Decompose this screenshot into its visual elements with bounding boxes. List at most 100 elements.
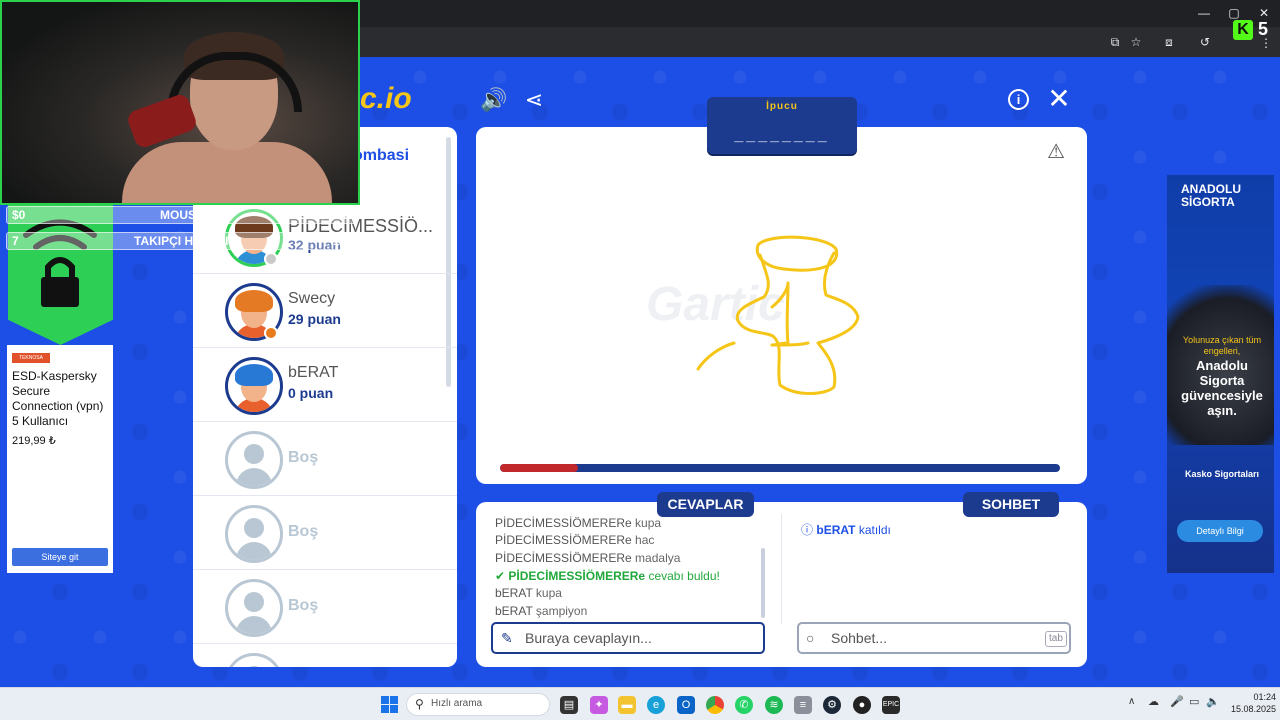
chat-message-correct: ✔ PİDECİMESSİÖMERERe cevabı buldu! [495, 569, 720, 583]
tab-answers[interactable]: CEVAPLAR [657, 492, 754, 517]
copilot-icon[interactable]: ✦ [590, 696, 608, 714]
chat-message: bERAT kupa [495, 586, 562, 600]
chat-divider [781, 514, 782, 624]
chat-message: PİDECİMESSİÖMERERe kupa [495, 516, 662, 530]
chat-input[interactable]: ○ Sohbet... tab [797, 622, 1071, 654]
extensions-icon[interactable]: ⧈ [1162, 35, 1176, 49]
network-icon[interactable]: ▭ [1189, 695, 1199, 708]
ad-left-price: 219,99 ₺ [12, 435, 56, 447]
round-timer-bar [500, 464, 1060, 472]
empty-avatar-icon [225, 579, 283, 637]
steam-icon[interactable]: ⚙ [823, 696, 841, 714]
player-row[interactable]: bERAT 0 puan [193, 348, 457, 422]
bookmark-star-icon[interactable]: ☆ [1129, 35, 1143, 49]
whatsapp-icon[interactable]: ✆ [735, 696, 753, 714]
cloud-icon[interactable]: ☁ [1148, 695, 1159, 708]
clock-date[interactable]: 15.08.2025 [1220, 704, 1276, 714]
ad-brand: ANADOLU SİGORTA [1181, 182, 1241, 209]
empty-avatar-icon [225, 653, 283, 667]
empty-slot: Boş [193, 496, 457, 570]
notepad-icon[interactable]: ≡ [794, 696, 812, 714]
chrome-icon[interactable] [706, 696, 724, 714]
pencil-icon: ✎ [501, 630, 513, 646]
mouse-goal-bar: $0 MOUSE $5000 [6, 206, 358, 224]
ad-line1: Yolunuza çıkan tüm engelleri, [1182, 335, 1262, 356]
info-icon[interactable]: i [1008, 89, 1029, 110]
chat-message: PİDECİMESSİÖMERERe madalya [495, 551, 681, 565]
taskbar-search[interactable]: ⚲ Hızlı arama [406, 693, 550, 716]
kick-logo-icon: K [1233, 20, 1253, 40]
share-icon[interactable]: ⋖ [522, 88, 546, 112]
empty-slot-label: Boş [288, 597, 319, 614]
follower-goal-label: TAKIPÇI HEDEFI [134, 234, 229, 248]
empty-avatar-icon [225, 505, 283, 563]
status-indicator [264, 326, 278, 340]
ad-left-brand: TEKNOSA [12, 353, 50, 363]
answer-input[interactable]: ✎ Buraya cevaplayın... [491, 622, 765, 654]
search-icon: ⚲ [415, 697, 424, 711]
check-icon: ✔ [495, 569, 506, 583]
drawing-canvas[interactable]: ⚠ Gartic [476, 127, 1087, 484]
file-explorer-icon[interactable]: ▬ [618, 696, 636, 714]
ad-line2: Anadolu Sigorta güvencesiyle aşın. [1181, 358, 1263, 418]
ad-right[interactable]: ANADOLU SİGORTA Yolunuza çıkan tüm engel… [1167, 175, 1274, 573]
maximize-button[interactable]: ▢ [1227, 6, 1241, 20]
taskbar: ⚲ Hızlı arama ▤ ✦ ▬ e O ✆ ≋ ≡ ⚙ ● EPIC ∧… [0, 687, 1280, 720]
close-icon[interactable]: ✕ [1046, 85, 1072, 113]
history-icon[interactable]: ↺ [1198, 35, 1212, 49]
player-name: bERAT [288, 364, 339, 381]
webcam-feed [0, 0, 360, 205]
ad-cta-button[interactable]: Detaylı Bilgi [1177, 520, 1263, 542]
follower-goal-bar: 7 TAKIPÇI HEDEFI 100 [6, 232, 358, 250]
edge-icon[interactable]: e [647, 696, 665, 714]
status-indicator [264, 252, 278, 266]
player-row[interactable]: Swecy 29 puan [193, 274, 457, 348]
menu-kebab-icon[interactable]: ⋮ [1260, 36, 1272, 50]
minimize-button[interactable]: — [1197, 6, 1211, 20]
answers-scrollbar[interactable] [761, 548, 765, 618]
outlook-icon[interactable]: O [677, 696, 695, 714]
ad-left[interactable]: TEKNOSA ESD-Kaspersky Secure Connection … [7, 345, 113, 573]
ad-tagline: Kasko Sigortaları [1184, 469, 1260, 479]
tab-chat[interactable]: SOHBET [963, 492, 1059, 517]
clock-time[interactable]: 01:24 [1236, 692, 1276, 702]
obs-icon[interactable]: ● [853, 696, 871, 714]
chat-message: bERAT şampiyon [495, 604, 588, 618]
mic-icon[interactable]: 🎤 [1170, 695, 1184, 708]
ad-left-cta-button[interactable]: Siteye git [12, 548, 108, 566]
follower-goal-current: 7 [12, 234, 19, 248]
empty-slot [193, 644, 457, 667]
room-title: ombasi [353, 147, 410, 164]
tray-chevron-icon[interactable]: ∧ [1128, 696, 1135, 707]
player-score: 0 puan [288, 385, 334, 401]
spotify-icon[interactable]: ≋ [765, 696, 783, 714]
hint-label: İpucu [766, 101, 798, 112]
join-notice: ⓘ bERAT katıldı [801, 523, 891, 537]
volume-icon[interactable]: 🔈 [1206, 695, 1220, 708]
round-timer-fill [500, 464, 579, 472]
drawing-strokes [696, 235, 860, 395]
task-view-icon[interactable]: ▤ [560, 696, 578, 714]
close-window-button[interactable]: ✕ [1257, 6, 1271, 20]
game-logo: c.io [360, 82, 412, 115]
chat-placeholder: Sohbet... [831, 630, 888, 646]
search-icon: ○ [806, 630, 815, 646]
mouse-goal-target: $5000 [319, 208, 353, 222]
chat-message: PİDECİMESSİÖMERERe hac [495, 533, 655, 547]
wifi-lock-badge [8, 205, 113, 345]
tab-key-hint: tab [1045, 631, 1067, 647]
report-warning-icon[interactable]: ⚠ [1044, 139, 1068, 163]
mouse-goal-label: MOUSE [160, 208, 205, 222]
empty-avatar-icon [225, 431, 283, 489]
epic-games-icon[interactable]: EPIC [882, 696, 900, 714]
empty-slot-label: Boş [288, 523, 319, 540]
follower-goal-target: 100 [332, 234, 353, 248]
mouse-goal-current: $0 [12, 208, 26, 222]
sound-icon[interactable]: 🔊 [480, 88, 507, 112]
cast-icon[interactable]: ⧉ [1108, 35, 1122, 49]
info-small-icon: ⓘ [801, 523, 814, 537]
answer-placeholder: Buraya cevaplayın... [525, 630, 652, 646]
windows-start-icon[interactable] [381, 696, 398, 713]
player-score: 29 puan [288, 311, 341, 327]
player-name: Swecy [288, 290, 336, 307]
